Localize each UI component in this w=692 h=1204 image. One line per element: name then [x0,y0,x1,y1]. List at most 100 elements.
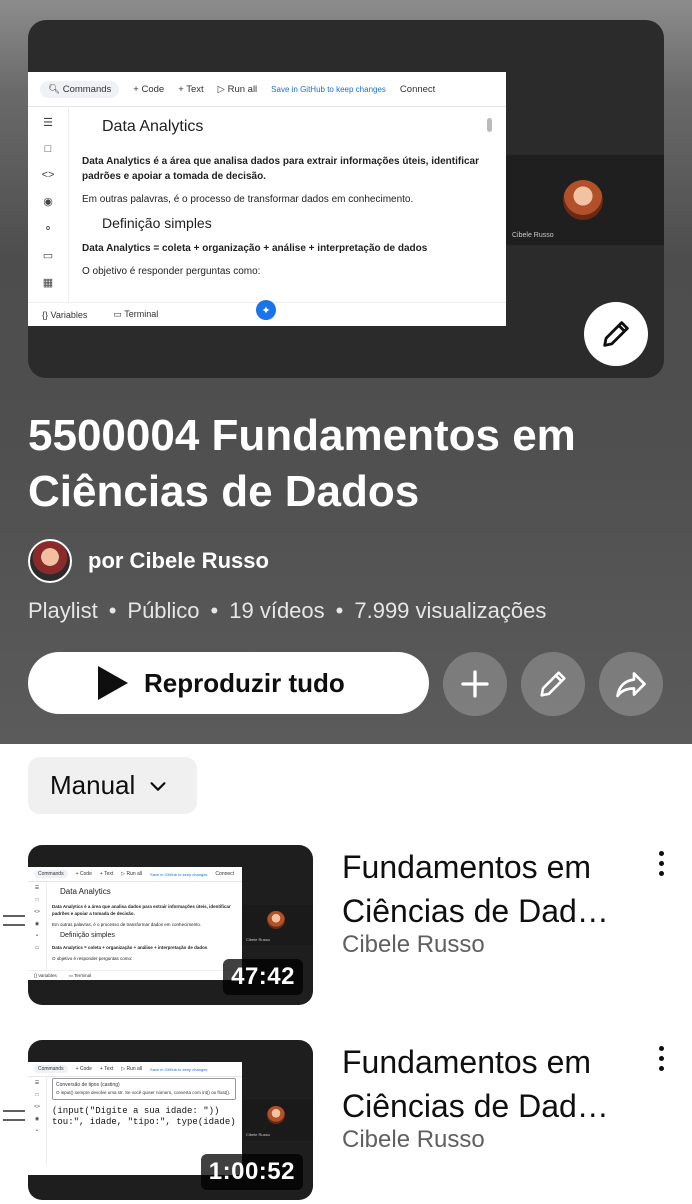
sort-dropdown[interactable]: Manual [28,757,197,814]
colab-paragraph: O objetivo é responder perguntas como: [82,266,261,277]
colab-run-all: ▷ Run all [121,871,143,877]
gemini-icon: ✦ [256,300,276,320]
toc-icon: ☰ [34,1080,40,1086]
author-row[interactable]: por Cibele Russo [28,537,269,585]
toc-icon: ☰ [43,117,53,129]
variables-icon: ◉ [43,196,53,208]
video-thumbnail[interactable]: Commands + Code + Text ▷ Run all Save in… [28,845,313,1005]
colab-code-cell: Conversão de tipos (casting) O input() s… [52,1078,236,1128]
colab-text: + Text [99,1066,114,1072]
more-vert-icon[interactable] [652,1046,670,1076]
colab-variables: {} Variables [34,973,57,978]
participant-name: Cibele Russo [246,937,270,942]
share-button[interactable] [599,652,663,716]
video-duration: 47:42 [223,959,303,995]
participant-name: Cibele Russo [512,232,554,239]
playlist-meta: Playlist • Público • 19 vídeos • 7.999 visuali… [28,598,546,624]
colab-code: + Code [75,871,92,877]
colab-paragraph: Data Analytics = coleta + organização + … [52,945,208,950]
participant-tile: Cibele Russo [506,155,664,245]
play-all-label: Reproduzir tudo [144,667,345,698]
meta-views: 7.999 visualizações [354,598,547,623]
video-title[interactable]: Fundamentos em Ciências de Dad… [342,1040,632,1128]
colab-terminal: ▭ Terminal [68,972,92,978]
colab-github: Save in GitHub to keep changes [150,871,208,877]
colab-paragraph: O objetivo é responder perguntas como: [52,956,133,961]
playlist-video-item[interactable]: Commands + Code + Text ▷ Run all Save in… [0,1040,692,1204]
colab-heading: Data Analytics [102,118,204,135]
colab-github: Save in GitHub to keep changes [271,84,386,94]
play-all-button[interactable]: Reproduzir tudo [28,652,429,714]
colab-scrollbar [487,118,492,132]
colab-toolbar: Commands + Code + Text ▷ Run all Save in… [28,1062,242,1077]
edit-playlist-button[interactable] [521,652,585,716]
colab-commands: Commands [34,1065,68,1073]
colab-run-all: ▷ Run all [121,1066,143,1072]
participant-avatar [267,911,285,929]
colab-connect: Connect [215,871,235,877]
author-avatar[interactable] [28,539,72,583]
code-line: tou:", idade, "tipo:", type(idade) [52,1117,236,1127]
meta-video-count: 19 vídeos [229,598,325,623]
find-icon: □ [35,1092,39,1098]
colab-variables: {} Variables [42,309,88,320]
meta-type: Playlist [28,598,98,623]
find-icon: □ [44,143,52,155]
video-channel: Cibele Russo [342,1126,485,1153]
find-icon: □ [35,897,39,903]
variables-icon: ◉ [34,921,40,927]
add-to-playlist-button[interactable] [443,652,507,716]
colab-connect: Connect [399,83,436,95]
colab-document: Data Analytics Data Analytics é a área q… [82,118,486,287]
meta-privacy: Público [127,598,200,623]
code-icon: <> [34,1104,40,1110]
plus-icon [461,670,489,698]
code-line: (input("Digite a sua idade: ")) [52,1106,220,1116]
colab-paragraph: Data Analytics = coleta + organização + … [82,243,428,254]
colab-sidebar: ☰ □ <> ◉ ⚬ ▭ ▦ [28,106,69,302]
colab-heading: Data Analytics [60,887,111,896]
more-vert-icon[interactable] [652,851,670,881]
cell-text: O input() sempre devolve uma str. Se voc… [56,1090,231,1095]
drag-handle-icon[interactable] [3,1110,25,1128]
participant-avatar [267,1106,285,1124]
edit-thumbnail-button[interactable] [584,302,648,366]
key-icon: ⚬ [43,223,53,235]
video-thumbnail[interactable]: Commands + Code + Text ▷ Run all Save in… [28,1040,313,1200]
variables-icon: ◉ [34,1116,40,1122]
colab-paragraph: Em outras palavras, é o processo de tran… [52,922,202,927]
meta-separator: • [335,598,344,623]
colab-paragraph: Data Analytics é a área que analisa dado… [52,904,231,916]
colab-sidebar: ☰ □ <> ◉ ⚬ [28,1076,47,1165]
play-icon [98,666,128,700]
key-icon: ⚬ [34,933,40,939]
colab-screen-capture: 🔍︎ Commands + Code + Text ▷ Run all Save… [28,72,506,326]
colab-run-all: ▷ Run all [217,83,258,95]
meta-separator: • [210,598,219,623]
colab-code: + Code [133,83,165,95]
meta-separator: • [108,598,117,623]
playlist-video-item[interactable]: Commands + Code + Text ▷ Run all Save in… [0,845,692,1009]
colab-screen-capture: Commands + Code + Text ▷ Run all Save in… [28,867,242,980]
share-arrow-icon [616,672,646,698]
colab-sidebar: ☰ □ <> ◉ ⚬ ▭ [28,881,47,970]
colab-commands: Commands [34,870,68,878]
playlist-thumbnail[interactable]: 🔍︎ Commands + Code + Text ▷ Run all Save… [28,20,664,378]
colab-text: + Text [178,83,204,95]
video-title[interactable]: Fundamentos em Ciências de Dad… [342,845,632,933]
folder-icon: ▭ [34,945,40,951]
code-icon: <> [34,909,40,915]
colab-toolbar: Commands + Code + Text ▷ Run all Save in… [28,867,242,882]
table-icon: ▦ [42,277,54,289]
colab-text-cell: Conversão de tipos (casting) O input() s… [52,1078,236,1100]
video-duration: 1:00:52 [200,1154,303,1190]
participant-tile: Cibele Russo [242,1100,313,1140]
colab-text: + Text [99,871,114,877]
colab-paragraph: Data Analytics é a área que analisa dado… [82,156,480,182]
participant-avatar [563,180,603,220]
pencil-icon [603,321,629,347]
drag-handle-icon[interactable] [3,915,25,933]
colab-commands: 🔍︎ Commands [40,80,120,98]
author-name[interactable]: por Cibele Russo [88,548,269,574]
colab-toolbar: 🔍︎ Commands + Code + Text ▷ Run all Save… [28,72,506,107]
